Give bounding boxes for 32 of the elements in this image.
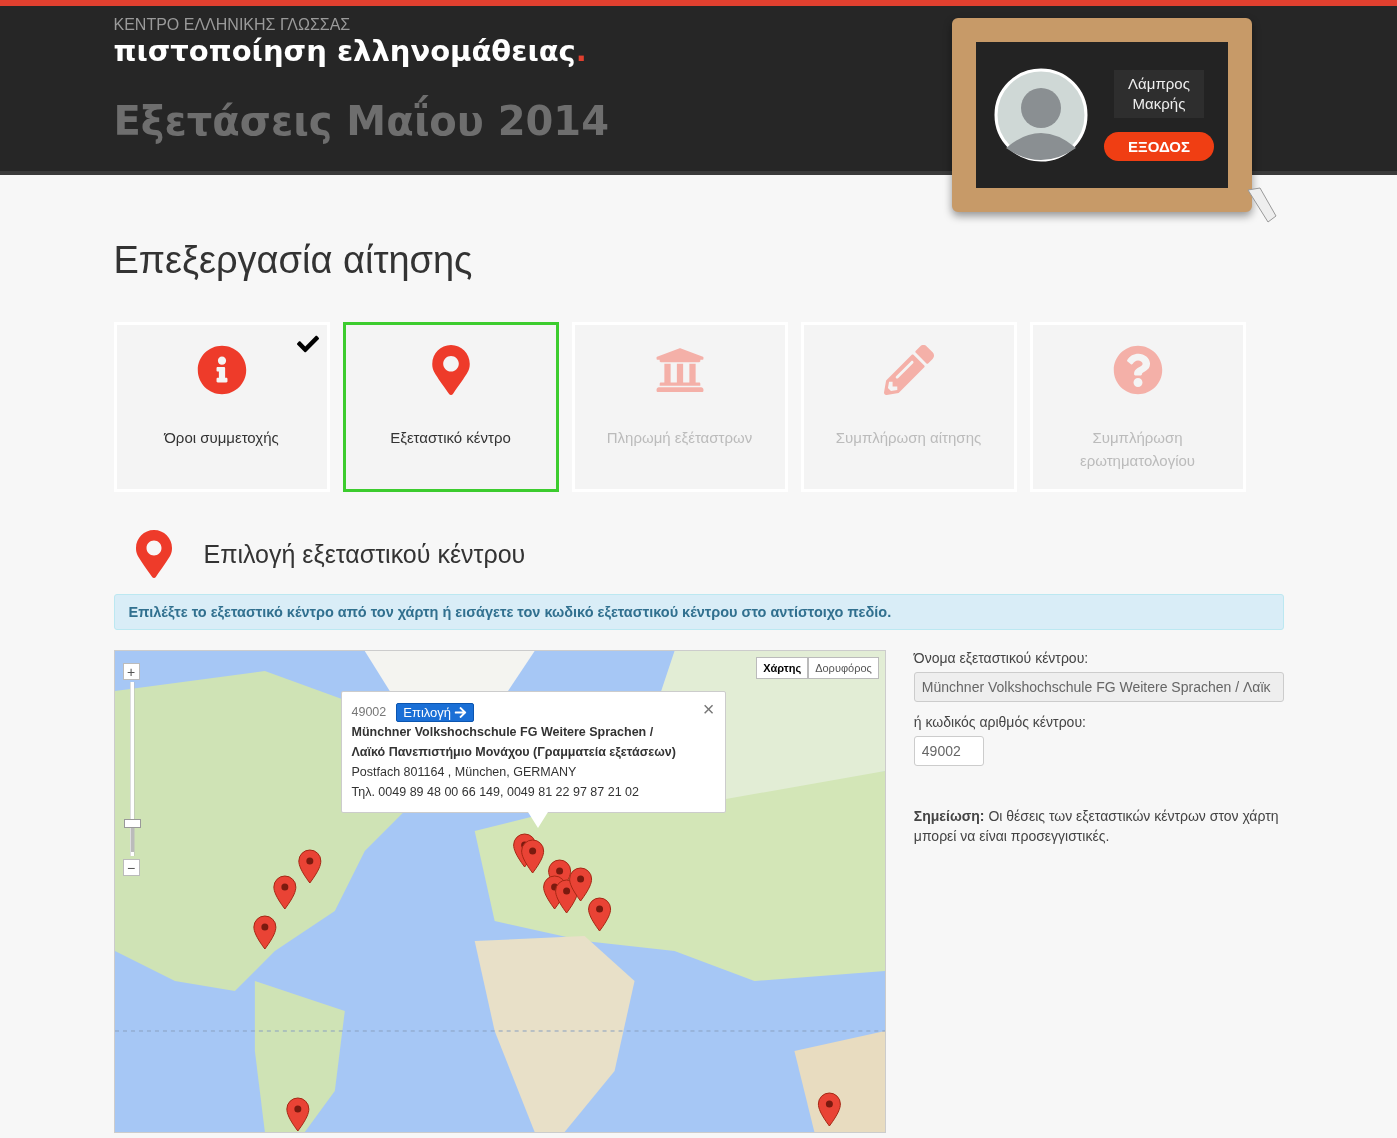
center-name-field[interactable]: Münchner Volkshochschule FG Weitere Sprachen / Λαϊκ [913,672,1284,702]
info-icon [196,344,247,396]
step-label: Πληρωμή εξέταστρων [605,428,754,448]
user-name: Λάμπρος Μακρής [1114,69,1204,118]
zoom-handle[interactable] [123,819,141,829]
step-card[interactable]: Εξεταστικό κέντρο [342,322,559,492]
center-phone: Τηλ. 0049 89 48 00 66 149, 0049 81 22 97 87 21 02 [351,784,641,801]
map-type-button[interactable]: Χάρτης [756,657,809,679]
step-label: Συμπλήρωση ερωτηματολογίου [1078,428,1197,471]
page-title: Επεξεργασία αίτησης [113,239,474,282]
step-label: Εξεταστικό κέντρο [389,428,512,448]
organization-name: ΚΕΝΤΡΟ ΕΛΛΗΝΙΚΗΣ ΓΛΩΣΣΑΣ [113,16,352,34]
field-label: Όνομα εξεταστικού κέντρου: [913,650,1090,666]
center-code: 49002 [351,704,387,721]
close-button[interactable]: × [702,698,715,721]
step-card[interactable]: Όροι συμμετοχής [113,322,330,492]
field-label: ή κωδικός αριθμός κέντρου: [913,714,1087,730]
note-text: Σημείωση: Οι θέσεις των εξεταστικών κέντρων στον χάρτη μπορεί να είναι προσεγγιστικές. [913,807,1280,846]
center-name: Münchner Volkshochschule FG Weitere Sprachen / Λαϊκό Πανεπιστήμιο Μονάχου (Γραμματεία εξετάσεων) [351,724,677,761]
info-alert: Επιλέξτε το εξεταστικό κέντρο από τον χάρτη ή εισάγετε τον κωδικό εξεταστικού κέντρου στο αντίστοιχο πεδίο. [113,594,1284,630]
step-label: Όροι συμμετοχής [163,428,280,448]
pencil-icon [883,344,934,396]
select-button[interactable]: Επιλογή [396,702,475,722]
logout-button[interactable]: ΕΞΟΔΟΣ [1104,131,1214,161]
step-label: Συμπλήρωση αίτησης [834,428,983,448]
center-address: Postfach 801164 , München, GERMANY [351,764,578,781]
help-icon [1112,344,1163,396]
section-title: Επιλογή εξεταστικού κέντρου [203,539,526,569]
center-code-field[interactable]: 49002 [913,736,984,766]
map-type-button[interactable]: Δορυφόρος [808,657,879,679]
arrow-icon [454,705,468,719]
site-title: πιστοποίηση ελληνομάθειας. [113,34,588,68]
